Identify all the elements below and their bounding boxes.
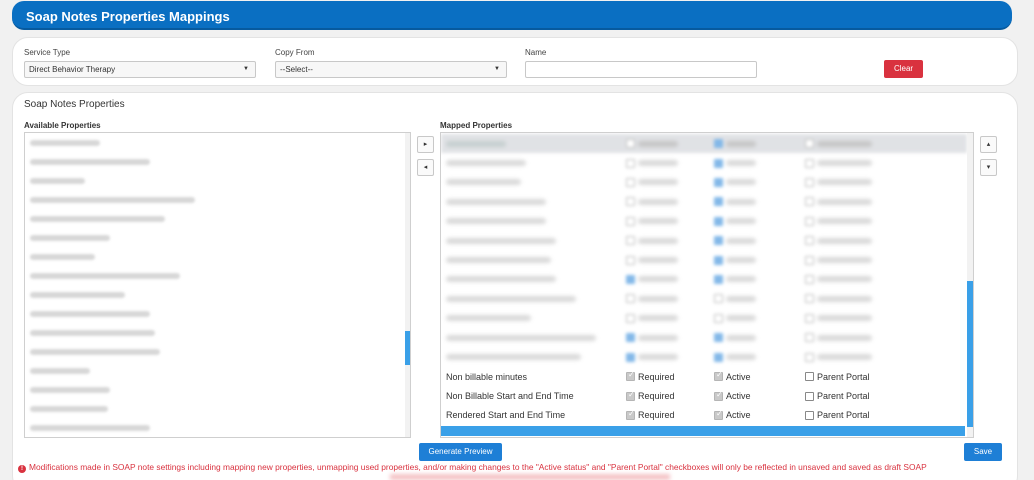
table-row[interactable]: [441, 289, 967, 308]
chevron-down-icon: ▼: [494, 66, 500, 72]
parent-portal-checkbox[interactable]: [805, 391, 814, 401]
footer-message: Modifications made in SOAP note settings…: [29, 462, 927, 472]
table-row[interactable]: [441, 270, 967, 289]
scrollbar-thumb[interactable]: [967, 281, 973, 427]
move-down-button[interactable]: ▾: [980, 159, 997, 176]
list-item[interactable]: [25, 361, 410, 380]
list-item[interactable]: [25, 380, 410, 399]
required-checkbox[interactable]: [626, 370, 635, 382]
parent-portal-label: Parent Portal: [817, 391, 870, 402]
list-item[interactable]: [25, 304, 410, 323]
property-name: Rendered Start and End Time: [446, 410, 566, 421]
name-label: Name: [525, 48, 547, 57]
list-item[interactable]: [25, 323, 410, 342]
chevron-down-icon: ▼: [243, 66, 249, 72]
required-checkbox-wrap[interactable]: Required: [626, 390, 675, 402]
list-item[interactable]: [25, 190, 410, 209]
active-checkbox-wrap[interactable]: Active: [714, 409, 751, 421]
list-item[interactable]: [25, 228, 410, 247]
section-title: Soap Notes Properties: [24, 99, 125, 110]
page-header: Soap Notes Properties Mappings: [12, 1, 1012, 30]
table-row[interactable]: Non billable minutes Required Active Par…: [441, 367, 967, 386]
footer-warning: ! Modifications made in SOAP note setting…: [18, 462, 927, 473]
table-row[interactable]: Rendered Start and End Time Required Act…: [441, 406, 967, 425]
list-item[interactable]: [25, 133, 410, 152]
active-label: Active: [726, 391, 751, 402]
list-item[interactable]: [25, 342, 410, 361]
active-checkbox-wrap[interactable]: Active: [714, 370, 751, 382]
horizontal-scrollbar[interactable]: [441, 426, 965, 436]
required-checkbox[interactable]: [626, 390, 635, 401]
list-item[interactable]: [25, 209, 410, 228]
parent-portal-checkbox[interactable]: [805, 372, 814, 382]
mapped-properties-list[interactable]: Non billable minutes Required Active Par…: [440, 132, 974, 438]
scrollbar[interactable]: [405, 133, 410, 437]
list-item[interactable]: [25, 266, 410, 285]
scrollbar-thumb[interactable]: [405, 331, 410, 365]
save-button[interactable]: Save: [964, 443, 1002, 461]
parent-portal-label: Parent Portal: [817, 410, 870, 421]
portal-checkbox-wrap[interactable]: Parent Portal: [805, 410, 870, 420]
required-label: Required: [638, 371, 675, 382]
active-checkbox[interactable]: [714, 370, 723, 382]
service-type-value: Direct Behavior Therapy: [29, 65, 116, 74]
required-checkbox[interactable]: [626, 409, 635, 420]
property-name: Non Billable Start and End Time: [446, 391, 574, 402]
copy-from-value: --Select--: [280, 65, 313, 74]
table-row[interactable]: [441, 173, 967, 192]
table-row[interactable]: [441, 192, 967, 211]
required-checkbox-wrap[interactable]: Required: [626, 370, 675, 382]
table-row[interactable]: [441, 328, 967, 347]
parent-portal-label: Parent Portal: [817, 371, 870, 382]
table-row[interactable]: [441, 347, 967, 366]
copy-from-label: Copy From: [275, 48, 315, 57]
active-checkbox-wrap[interactable]: Active: [714, 390, 751, 402]
alert-icon: !: [18, 465, 26, 473]
service-type-select[interactable]: Direct Behavior Therapy ▼: [24, 61, 256, 78]
mapped-properties-title: Mapped Properties: [440, 121, 513, 130]
list-item[interactable]: [25, 285, 410, 304]
portal-checkbox-wrap[interactable]: Parent Portal: [805, 372, 870, 382]
move-up-button[interactable]: ▴: [980, 136, 997, 153]
name-input[interactable]: [525, 61, 757, 78]
page-title: Soap Notes Properties Mappings: [26, 9, 230, 24]
table-row[interactable]: [441, 250, 967, 269]
required-checkbox-wrap[interactable]: Required: [626, 409, 675, 421]
required-label: Required: [638, 391, 675, 402]
table-row[interactable]: [441, 231, 967, 250]
parent-portal-checkbox[interactable]: [805, 410, 814, 420]
list-item[interactable]: [25, 171, 410, 190]
table-row[interactable]: [441, 134, 967, 154]
service-type-label: Service Type: [24, 48, 71, 57]
property-name: Non billable minutes: [446, 371, 528, 382]
portal-checkbox-wrap[interactable]: Parent Portal: [805, 391, 870, 401]
table-row[interactable]: Non Billable Start and End Time Required…: [441, 386, 967, 405]
active-label: Active: [726, 410, 751, 421]
clear-button[interactable]: Clear: [884, 60, 923, 78]
table-row[interactable]: [441, 212, 967, 231]
list-item[interactable]: [25, 247, 410, 266]
available-properties-title: Available Properties: [24, 121, 101, 130]
list-item[interactable]: [25, 152, 410, 171]
table-row[interactable]: [441, 153, 967, 172]
active-label: Active: [726, 371, 751, 382]
copy-from-select[interactable]: --Select-- ▼: [275, 61, 507, 78]
active-checkbox[interactable]: [714, 390, 723, 401]
list-item[interactable]: [25, 399, 410, 418]
required-label: Required: [638, 410, 675, 421]
active-checkbox[interactable]: [714, 409, 723, 420]
footer-warning-continued: [390, 474, 670, 480]
move-left-button[interactable]: ◂: [417, 159, 434, 176]
available-properties-list[interactable]: [24, 132, 411, 438]
move-right-button[interactable]: ▸: [417, 136, 434, 153]
table-row[interactable]: [441, 309, 967, 328]
generate-preview-button[interactable]: Generate Preview: [419, 443, 502, 461]
list-item[interactable]: [25, 418, 410, 437]
